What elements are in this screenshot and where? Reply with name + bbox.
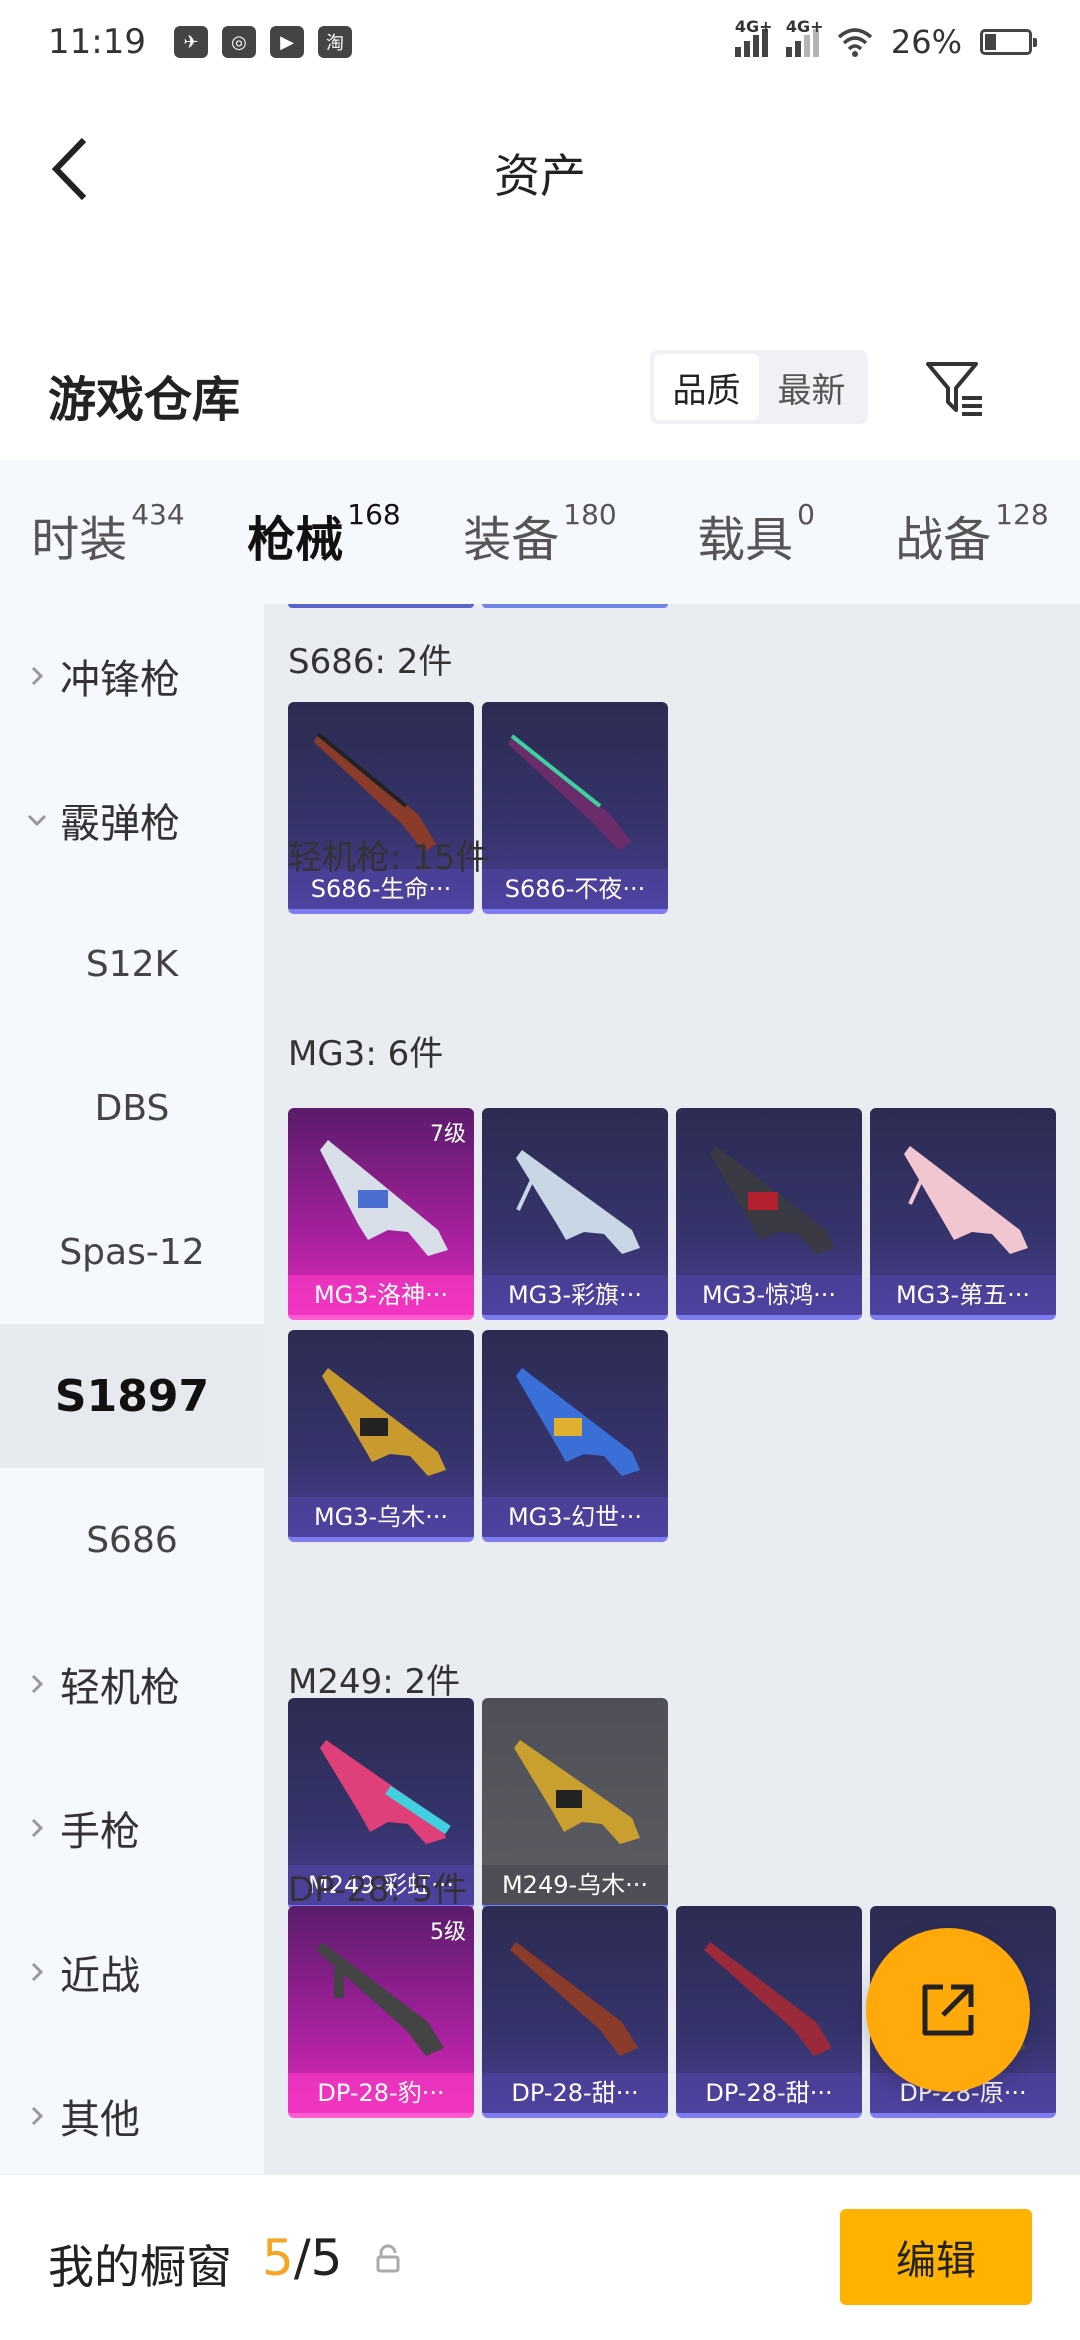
lmg-icon [704, 1942, 832, 2056]
item-card[interactable]: 7级 MG3-洛神··· [288, 1108, 474, 1320]
app-header: 资产 [0, 84, 1080, 256]
taobao-icon: 淘 [317, 26, 352, 58]
page-title: 资产 [494, 149, 586, 203]
sidebar-item-shotgun[interactable]: 霰弹枪 [0, 748, 264, 892]
chevron-right-icon [31, 2106, 44, 2126]
sidebar-item-smg[interactable]: 冲锋枪 [0, 604, 264, 748]
mg-icon [516, 1150, 640, 1254]
showcase-label: 我的橱窗 [48, 2240, 232, 2294]
group-title-mg3: MG3: 6件 [288, 1034, 444, 1074]
edit-button[interactable]: 编辑 [840, 2209, 1032, 2305]
item-card-peek [288, 604, 474, 608]
lmg-icon [320, 1740, 451, 1844]
mg-icon [516, 1368, 640, 1476]
battery-icon [980, 29, 1037, 55]
sidebar-item-melee[interactable]: 近战 [0, 1900, 264, 2044]
share-icon [922, 1984, 974, 2036]
item-card[interactable]: MG3-乌木··· [288, 1330, 474, 1542]
chevron-right-icon [31, 666, 44, 686]
sort-option-newest[interactable]: 最新 [759, 354, 864, 420]
group-title-dp28: DP-28: 5件 [288, 1870, 468, 1910]
item-card[interactable]: 5级 DP-28-豹··· [288, 1906, 474, 2118]
item-card-peek [482, 604, 668, 608]
wifi-icon [837, 28, 873, 57]
item-card[interactable]: S686-不夜··· [482, 702, 668, 914]
mg-icon [710, 1146, 834, 1254]
sidebar-item-spas12[interactable]: Spas-12 [0, 1180, 264, 1324]
tab-fashion[interactable]: 时装 434 [0, 498, 216, 570]
item-card[interactable]: DP-28-甜··· [482, 1906, 668, 2118]
item-card[interactable]: MG3-第五··· [870, 1108, 1056, 1320]
uc-browser-icon: ◎ [221, 26, 256, 58]
mg-icon [322, 1368, 446, 1476]
group-title-m249: M249: 2件 [288, 1662, 461, 1702]
bottom-bar: 我的橱窗 5/5 编辑 [0, 2174, 1080, 2340]
chevron-down-icon [27, 814, 47, 827]
item-card[interactable]: MG3-惊鸿··· [676, 1108, 862, 1320]
lmg-icon [510, 1942, 638, 2056]
tab-vehicles[interactable]: 载具 0 [648, 498, 864, 570]
video-play-icon: ▶ [269, 26, 304, 58]
signal-icon: 4G+ [734, 17, 773, 57]
item-card[interactable]: MG3-幻世··· [482, 1330, 668, 1542]
tab-supplies[interactable]: 战备 128 [864, 498, 1080, 570]
tab-guns[interactable]: 枪械 168 [216, 498, 432, 570]
sidebar-item-lmg[interactable]: 轻机枪 [0, 1612, 264, 1756]
item-card[interactable]: DP-28-甜··· [676, 1906, 862, 2118]
category-tabs: 时装 434 枪械 168 装备 180 载具 0 战备 128 [0, 460, 1080, 604]
sort-option-quality[interactable]: 品质 [654, 354, 759, 420]
lock-icon [376, 2244, 400, 2273]
sidebar-item-dbs[interactable]: DBS [0, 1036, 264, 1180]
mg-icon [904, 1146, 1028, 1254]
showcase-count: 5/5 [262, 2229, 343, 2287]
item-card[interactable]: MG3-彩旗··· [482, 1108, 668, 1320]
warehouse-title: 游戏仓库 [48, 372, 241, 428]
status-bar: 11:19 ✈ ◎ ▶ 淘 4G+ 4G+ 26% [0, 0, 1080, 84]
sidebar-item-s686[interactable]: S686 [0, 1468, 264, 1612]
share-fab-button[interactable] [866, 1928, 1030, 2092]
warehouse-header: 游戏仓库 品质 最新 [0, 330, 1080, 450]
group-title-s686: S686: 2件 [288, 642, 453, 682]
filter-button[interactable] [918, 352, 990, 424]
bird-icon: ✈ [173, 26, 208, 58]
lmg-icon [514, 1740, 640, 1844]
gun-type-sidebar: 冲锋枪 霰弹枪 S12K DBS Spas-12 S1897 S686 轻机枪 … [0, 604, 264, 2174]
tab-equipment[interactable]: 装备 180 [432, 498, 648, 570]
filter-icon [926, 362, 982, 416]
chevron-right-icon [31, 1962, 44, 1982]
signal-icon-2: 4G+ [785, 17, 824, 57]
item-card[interactable]: S686-生命··· [288, 702, 474, 914]
battery-text: 26% [890, 23, 962, 61]
sidebar-item-s12k[interactable]: S12K [0, 892, 264, 1036]
sort-toggle: 品质 最新 [650, 350, 868, 424]
sidebar-item-pistol[interactable]: 手枪 [0, 1756, 264, 1900]
chevron-right-icon [31, 1818, 44, 1838]
group-title-lmg-count: 轻机枪: 15件 [288, 838, 490, 878]
sidebar-item-s1897[interactable]: S1897 [0, 1324, 264, 1468]
chevron-right-icon [31, 1674, 44, 1694]
sidebar-item-other[interactable]: 其他 [0, 2044, 264, 2188]
shotgun-icon [508, 734, 632, 850]
item-card[interactable]: M249-乌木··· [482, 1698, 668, 1910]
status-time: 11:19 [48, 22, 146, 62]
